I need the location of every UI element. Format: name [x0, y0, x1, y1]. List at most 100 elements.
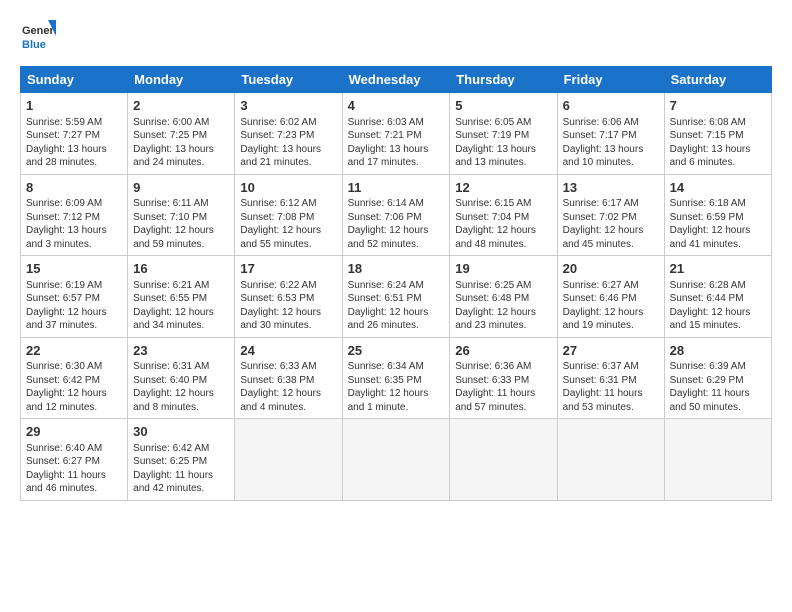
logo: General Blue	[20, 18, 56, 54]
weekday-wednesday: Wednesday	[342, 67, 450, 93]
header: General Blue	[20, 18, 772, 54]
calendar-cell: 7Sunrise: 6:08 AMSunset: 7:15 PMDaylight…	[664, 93, 771, 175]
day-info: Sunrise: 6:22 AMSunset: 6:53 PMDaylight:…	[240, 279, 336, 333]
day-info: Sunrise: 6:24 AMSunset: 6:51 PMDaylight:…	[348, 279, 445, 333]
day-number: 16	[133, 260, 229, 278]
calendar-cell	[664, 419, 771, 501]
calendar-cell: 1Sunrise: 5:59 AMSunset: 7:27 PMDaylight…	[21, 93, 128, 175]
day-number: 29	[26, 423, 122, 441]
calendar-cell: 10Sunrise: 6:12 AMSunset: 7:08 PMDayligh…	[235, 174, 342, 256]
day-info: Sunrise: 6:34 AMSunset: 6:35 PMDaylight:…	[348, 360, 445, 414]
week-row-3: 15Sunrise: 6:19 AMSunset: 6:57 PMDayligh…	[21, 256, 772, 338]
calendar-cell: 26Sunrise: 6:36 AMSunset: 6:33 PMDayligh…	[450, 337, 557, 419]
weekday-tuesday: Tuesday	[235, 67, 342, 93]
calendar-cell: 11Sunrise: 6:14 AMSunset: 7:06 PMDayligh…	[342, 174, 450, 256]
calendar-cell: 19Sunrise: 6:25 AMSunset: 6:48 PMDayligh…	[450, 256, 557, 338]
day-number: 28	[670, 342, 766, 360]
day-number: 3	[240, 97, 336, 115]
day-number: 26	[455, 342, 551, 360]
calendar-cell: 23Sunrise: 6:31 AMSunset: 6:40 PMDayligh…	[128, 337, 235, 419]
day-info: Sunrise: 6:12 AMSunset: 7:08 PMDaylight:…	[240, 197, 336, 251]
day-info: Sunrise: 5:59 AMSunset: 7:27 PMDaylight:…	[26, 116, 122, 170]
day-number: 20	[563, 260, 659, 278]
day-number: 5	[455, 97, 551, 115]
day-number: 10	[240, 179, 336, 197]
day-number: 30	[133, 423, 229, 441]
day-info: Sunrise: 6:31 AMSunset: 6:40 PMDaylight:…	[133, 360, 229, 414]
calendar-cell: 3Sunrise: 6:02 AMSunset: 7:23 PMDaylight…	[235, 93, 342, 175]
day-number: 11	[348, 179, 445, 197]
calendar-cell: 14Sunrise: 6:18 AMSunset: 6:59 PMDayligh…	[664, 174, 771, 256]
week-row-4: 22Sunrise: 6:30 AMSunset: 6:42 PMDayligh…	[21, 337, 772, 419]
day-info: Sunrise: 6:18 AMSunset: 6:59 PMDaylight:…	[670, 197, 766, 251]
day-info: Sunrise: 6:14 AMSunset: 7:06 PMDaylight:…	[348, 197, 445, 251]
calendar-cell: 12Sunrise: 6:15 AMSunset: 7:04 PMDayligh…	[450, 174, 557, 256]
day-info: Sunrise: 6:25 AMSunset: 6:48 PMDaylight:…	[455, 279, 551, 333]
day-number: 14	[670, 179, 766, 197]
day-number: 6	[563, 97, 659, 115]
day-number: 25	[348, 342, 445, 360]
day-number: 23	[133, 342, 229, 360]
calendar-cell: 27Sunrise: 6:37 AMSunset: 6:31 PMDayligh…	[557, 337, 664, 419]
calendar-cell	[235, 419, 342, 501]
day-info: Sunrise: 6:03 AMSunset: 7:21 PMDaylight:…	[348, 116, 445, 170]
day-info: Sunrise: 6:02 AMSunset: 7:23 PMDaylight:…	[240, 116, 336, 170]
calendar-cell: 24Sunrise: 6:33 AMSunset: 6:38 PMDayligh…	[235, 337, 342, 419]
calendar-cell: 18Sunrise: 6:24 AMSunset: 6:51 PMDayligh…	[342, 256, 450, 338]
day-info: Sunrise: 6:27 AMSunset: 6:46 PMDaylight:…	[563, 279, 659, 333]
day-number: 8	[26, 179, 122, 197]
svg-text:Blue: Blue	[22, 39, 46, 51]
day-number: 19	[455, 260, 551, 278]
day-info: Sunrise: 6:09 AMSunset: 7:12 PMDaylight:…	[26, 197, 122, 251]
day-number: 12	[455, 179, 551, 197]
day-info: Sunrise: 6:42 AMSunset: 6:25 PMDaylight:…	[133, 442, 229, 496]
day-info: Sunrise: 6:17 AMSunset: 7:02 PMDaylight:…	[563, 197, 659, 251]
day-info: Sunrise: 6:00 AMSunset: 7:25 PMDaylight:…	[133, 116, 229, 170]
weekday-thursday: Thursday	[450, 67, 557, 93]
day-number: 18	[348, 260, 445, 278]
calendar-cell: 20Sunrise: 6:27 AMSunset: 6:46 PMDayligh…	[557, 256, 664, 338]
calendar-cell: 21Sunrise: 6:28 AMSunset: 6:44 PMDayligh…	[664, 256, 771, 338]
day-info: Sunrise: 6:05 AMSunset: 7:19 PMDaylight:…	[455, 116, 551, 170]
day-info: Sunrise: 6:36 AMSunset: 6:33 PMDaylight:…	[455, 360, 551, 414]
svg-text:General: General	[22, 25, 56, 37]
calendar-cell: 4Sunrise: 6:03 AMSunset: 7:21 PMDaylight…	[342, 93, 450, 175]
calendar-cell	[557, 419, 664, 501]
logo-svg: General Blue	[20, 18, 56, 54]
calendar-cell: 8Sunrise: 6:09 AMSunset: 7:12 PMDaylight…	[21, 174, 128, 256]
day-number: 21	[670, 260, 766, 278]
calendar-cell: 13Sunrise: 6:17 AMSunset: 7:02 PMDayligh…	[557, 174, 664, 256]
weekday-friday: Friday	[557, 67, 664, 93]
day-info: Sunrise: 6:30 AMSunset: 6:42 PMDaylight:…	[26, 360, 122, 414]
day-number: 2	[133, 97, 229, 115]
day-info: Sunrise: 6:28 AMSunset: 6:44 PMDaylight:…	[670, 279, 766, 333]
day-info: Sunrise: 6:08 AMSunset: 7:15 PMDaylight:…	[670, 116, 766, 170]
calendar-cell: 15Sunrise: 6:19 AMSunset: 6:57 PMDayligh…	[21, 256, 128, 338]
calendar-cell: 5Sunrise: 6:05 AMSunset: 7:19 PMDaylight…	[450, 93, 557, 175]
day-number: 22	[26, 342, 122, 360]
weekday-monday: Monday	[128, 67, 235, 93]
page-container: General Blue SundayMondayTuesdayWednesda…	[0, 0, 792, 511]
day-info: Sunrise: 6:19 AMSunset: 6:57 PMDaylight:…	[26, 279, 122, 333]
day-info: Sunrise: 6:11 AMSunset: 7:10 PMDaylight:…	[133, 197, 229, 251]
calendar-cell: 9Sunrise: 6:11 AMSunset: 7:10 PMDaylight…	[128, 174, 235, 256]
day-info: Sunrise: 6:15 AMSunset: 7:04 PMDaylight:…	[455, 197, 551, 251]
calendar-cell: 30Sunrise: 6:42 AMSunset: 6:25 PMDayligh…	[128, 419, 235, 501]
week-row-2: 8Sunrise: 6:09 AMSunset: 7:12 PMDaylight…	[21, 174, 772, 256]
day-info: Sunrise: 6:40 AMSunset: 6:27 PMDaylight:…	[26, 442, 122, 496]
day-number: 13	[563, 179, 659, 197]
calendar-cell: 17Sunrise: 6:22 AMSunset: 6:53 PMDayligh…	[235, 256, 342, 338]
day-number: 4	[348, 97, 445, 115]
calendar-cell	[342, 419, 450, 501]
calendar-cell: 28Sunrise: 6:39 AMSunset: 6:29 PMDayligh…	[664, 337, 771, 419]
calendar-cell: 6Sunrise: 6:06 AMSunset: 7:17 PMDaylight…	[557, 93, 664, 175]
calendar-cell: 22Sunrise: 6:30 AMSunset: 6:42 PMDayligh…	[21, 337, 128, 419]
calendar-cell: 29Sunrise: 6:40 AMSunset: 6:27 PMDayligh…	[21, 419, 128, 501]
calendar-cell: 2Sunrise: 6:00 AMSunset: 7:25 PMDaylight…	[128, 93, 235, 175]
day-number: 9	[133, 179, 229, 197]
weekday-saturday: Saturday	[664, 67, 771, 93]
day-number: 24	[240, 342, 336, 360]
day-info: Sunrise: 6:06 AMSunset: 7:17 PMDaylight:…	[563, 116, 659, 170]
calendar-cell: 25Sunrise: 6:34 AMSunset: 6:35 PMDayligh…	[342, 337, 450, 419]
day-info: Sunrise: 6:21 AMSunset: 6:55 PMDaylight:…	[133, 279, 229, 333]
